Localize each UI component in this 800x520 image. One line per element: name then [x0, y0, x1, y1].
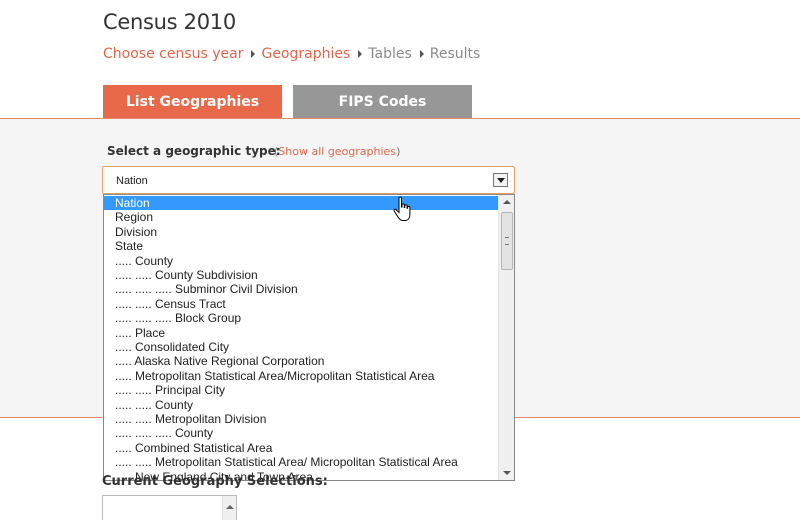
- scroll-up-icon[interactable]: [222, 496, 236, 520]
- dropdown-option[interactable]: ..... Metropolitan Statistical Area/Micr…: [104, 369, 499, 383]
- breadcrumb-arrow-icon: [419, 50, 424, 58]
- dropdown-option[interactable]: ..... ..... ..... Block Group: [104, 311, 499, 325]
- breadcrumb-choose-census-year[interactable]: Choose census year: [103, 46, 243, 62]
- scrollbar-thumb[interactable]: [501, 212, 513, 270]
- dropdown-option[interactable]: ..... ..... Metropolitan Statistical Are…: [104, 455, 499, 469]
- breadcrumb-geographies[interactable]: Geographies: [261, 46, 350, 62]
- dropdown-option[interactable]: ..... Combined Statistical Area: [104, 441, 499, 455]
- geographic-type-select[interactable]: Nation: [102, 166, 515, 194]
- dropdown-option[interactable]: ..... ..... Metropolitan Division: [104, 412, 499, 426]
- breadcrumb-tables: Tables: [368, 46, 412, 62]
- dropdown-option[interactable]: State: [104, 239, 499, 253]
- dropdown-option[interactable]: ..... Alaska Native Regional Corporation: [104, 354, 499, 368]
- dropdown-option[interactable]: ..... ..... ..... Subminor Civil Divisio…: [104, 282, 499, 296]
- dropdown-option[interactable]: ..... ..... County: [104, 398, 499, 412]
- show-all-close-paren: ): [396, 145, 401, 158]
- current-selections-list[interactable]: [102, 495, 237, 520]
- breadcrumb-arrow-icon: [251, 50, 256, 58]
- dropdown-option[interactable]: Division: [104, 225, 499, 239]
- hand-cursor-icon: [393, 196, 411, 221]
- current-selections-label: Current Geography Selections:: [102, 474, 328, 489]
- breadcrumb-arrow-icon: [358, 50, 363, 58]
- dropdown-option[interactable]: ..... Consolidated City: [104, 340, 499, 354]
- geographic-type-label: Select a geographic type:: [107, 144, 281, 158]
- dropdown-option[interactable]: ..... Place: [104, 326, 499, 340]
- dropdown-option[interactable]: ..... County: [104, 254, 499, 268]
- geographic-type-dropdown[interactable]: Nation Region Division State..... County...…: [103, 194, 515, 481]
- breadcrumb-results: Results: [429, 46, 481, 62]
- dropdown-option[interactable]: Nation: [104, 196, 499, 211]
- dropdown-option[interactable]: ..... ..... County Subdivision: [104, 268, 499, 282]
- dropdown-option[interactable]: ..... ..... Principal City: [104, 383, 499, 397]
- tab-fips-codes[interactable]: FIPS Codes: [293, 85, 472, 119]
- page-title: Census 2010: [103, 10, 236, 34]
- dropdown-option[interactable]: ..... ..... ..... County: [104, 426, 499, 440]
- dropdown-option[interactable]: Region: [104, 210, 499, 224]
- dropdown-option[interactable]: ..... ..... Census Tract: [104, 297, 499, 311]
- show-all-geographies-link[interactable]: Show all geographies: [278, 145, 396, 158]
- scroll-down-icon[interactable]: [499, 465, 514, 480]
- geographic-type-selected-value: Nation: [116, 175, 148, 187]
- tab-list-geographies[interactable]: List Geographies: [103, 85, 282, 119]
- scroll-up-icon[interactable]: [499, 195, 514, 210]
- show-all-geographies: (Show all geographies): [274, 145, 400, 158]
- dropdown-scrollbar[interactable]: [498, 195, 514, 480]
- chevron-down-icon[interactable]: [493, 173, 508, 187]
- breadcrumb: Choose census year Geographies Tables Re…: [103, 46, 480, 62]
- page-header: Census 2010 Choose census year Geographi…: [0, 0, 800, 119]
